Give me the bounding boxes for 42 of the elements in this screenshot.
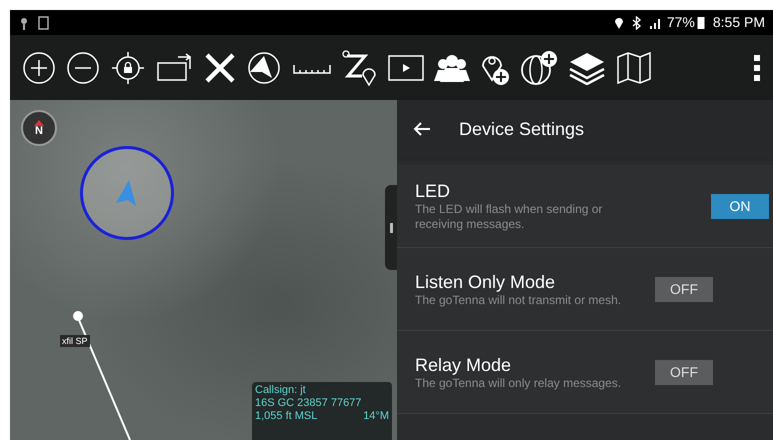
compass-icon[interactable] — [246, 50, 282, 86]
setting-title: Relay Mode — [415, 354, 512, 376]
back-arrow-icon[interactable] — [413, 121, 431, 137]
battery-icon — [696, 16, 705, 29]
contacts-icon[interactable] — [434, 52, 470, 82]
rotate-screen-icon[interactable] — [156, 52, 194, 82]
compass-button[interactable]: N — [21, 110, 57, 146]
cross-icon[interactable] — [204, 52, 236, 84]
setting-description: The goTenna will not transmit or mesh. — [415, 292, 622, 308]
heading-text: 14°M — [363, 410, 389, 423]
compass-label: N — [35, 126, 43, 136]
panel-title: Device Settings — [459, 118, 584, 141]
globe-add-icon[interactable] — [520, 50, 558, 86]
coordinate-text: 1,055 ft MSL — [255, 410, 318, 423]
notification-icon — [18, 16, 30, 30]
setting-title: LED — [415, 180, 452, 202]
waypoint-label: xfil SP — [60, 335, 90, 347]
north-arrow-icon — [34, 120, 44, 126]
satellite-map[interactable]: N xfil SP Callsign: jt 16S GC 23857 77677 1,055 ft MSL 14°M — [10, 100, 397, 440]
more-options-icon[interactable] — [753, 52, 761, 82]
setting-description: The goTenna will only relay messages. — [415, 376, 622, 390]
zoom-out-icon[interactable] — [66, 50, 100, 84]
position-arrow-icon — [116, 180, 136, 206]
toggle-button[interactable]: OFF — [655, 360, 713, 384]
zoom-in-icon[interactable] — [22, 50, 56, 84]
toggle-button[interactable]: OFF — [655, 276, 713, 302]
route-marker-icon[interactable] — [342, 50, 378, 86]
panel-handle[interactable] — [385, 185, 397, 270]
toggle-button[interactable]: ON — [711, 194, 769, 218]
callsign: Callsign: jt — [255, 384, 307, 397]
coordinate-text: 16S GC 23857 77677 — [255, 397, 362, 410]
map-icon[interactable] — [616, 50, 652, 84]
document-icon — [38, 16, 50, 30]
bluetooth-icon — [632, 16, 641, 30]
layers-icon[interactable] — [568, 50, 606, 84]
video-icon[interactable] — [388, 54, 424, 82]
setting-title: Listen Only Mode — [415, 270, 556, 292]
location-lock-icon[interactable] — [110, 50, 146, 86]
clock: 8:55 PM — [712, 13, 765, 32]
location-icon — [614, 16, 624, 30]
setting-description: The LED will flash when sending or receiving messages. — [415, 202, 604, 232]
battery-percentage: 77% — [666, 13, 695, 32]
